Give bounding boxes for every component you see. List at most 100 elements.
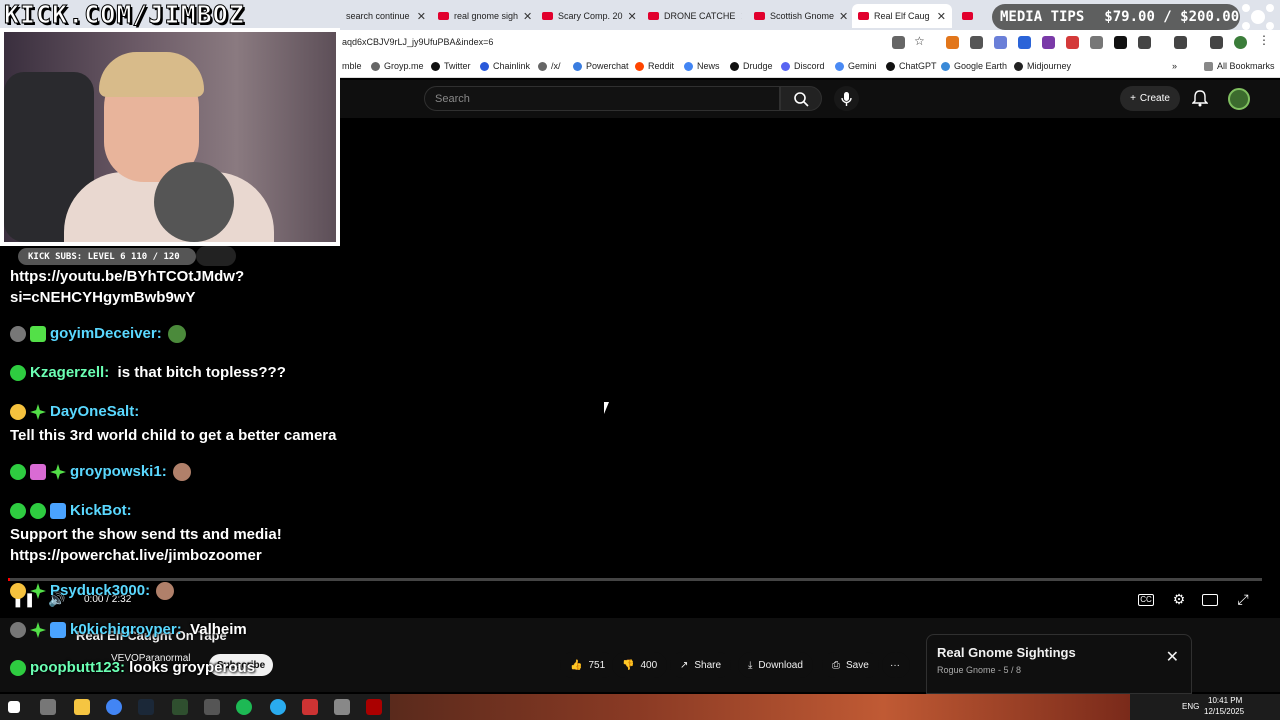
save-button[interactable]: ⎙ Save [822, 652, 879, 678]
obs-icon[interactable] [204, 699, 220, 715]
bookmark[interactable]: mble [342, 61, 362, 71]
gear-icon[interactable]: ⚙ [1170, 591, 1188, 609]
bookmark[interactable]: Twitter [431, 61, 471, 71]
kebab-menu-icon[interactable]: ⋮ [1258, 33, 1271, 47]
bookmark[interactable]: Drudge [730, 61, 773, 71]
app-icon[interactable] [172, 699, 188, 715]
more-button[interactable]: ··· [882, 652, 910, 678]
bookmark[interactable]: Groyp.me [371, 61, 424, 71]
chat-user[interactable]: KickBot: [70, 502, 132, 519]
chat-user[interactable]: groypowski1: [70, 463, 167, 480]
bookmark-label: All Bookmarks [1217, 61, 1275, 71]
download-button[interactable]: ⤓ Download [738, 652, 813, 678]
share-icon: ↗ [680, 659, 689, 671]
chat-user[interactable]: goyimDeceiver: [50, 325, 162, 342]
tab-search[interactable]: search continue ✕ [340, 4, 432, 28]
tab-real-elf[interactable]: Real Elf Caug ✕ [852, 4, 952, 28]
close-icon[interactable]: ✕ [740, 10, 742, 23]
tab-scottish-gnome[interactable]: Scottish Gnome ✕ [748, 4, 848, 28]
tab-drone[interactable]: DRONE CATCHE ✕ [642, 4, 742, 28]
app-icon[interactable] [334, 699, 350, 715]
profile-icon[interactable] [1234, 36, 1247, 49]
close-icon[interactable]: ✕ [839, 10, 848, 23]
bell-icon[interactable] [1192, 89, 1208, 107]
clock-date[interactable]: 12/15/2025 [1204, 707, 1244, 716]
gift-icon [30, 464, 46, 481]
share-button[interactable]: ↗ Share [670, 652, 732, 678]
bookmark[interactable]: News [684, 61, 720, 71]
all-bookmarks[interactable]: All Bookmarks [1204, 61, 1275, 71]
bookmark-label: Gemini [848, 61, 877, 71]
spotify-icon[interactable] [236, 699, 252, 715]
avatar[interactable] [1228, 88, 1250, 110]
chat-user[interactable]: Kzagerzell: [30, 364, 109, 381]
bookmark-icon: ⎙ [832, 659, 840, 671]
metamask-icon[interactable] [946, 36, 959, 49]
captions-icon[interactable]: CC [1138, 594, 1154, 606]
mouse-cursor [604, 402, 614, 414]
sidepanel-icon[interactable] [1174, 36, 1187, 49]
kick-badge-icon [10, 660, 26, 677]
extension-icon[interactable] [1042, 36, 1055, 49]
bookmark[interactable]: Midjourney [1014, 61, 1071, 71]
steam-icon[interactable] [138, 699, 154, 715]
gift-icon [30, 326, 46, 343]
like-button[interactable]: 👍 751 [560, 652, 616, 678]
menu-icon[interactable] [1210, 36, 1223, 49]
bookmark[interactable]: Chainlink [480, 61, 530, 71]
chat-user[interactable]: DayOneSalt: [50, 403, 139, 420]
task-view-icon[interactable] [40, 699, 56, 715]
chat-user[interactable]: Psyduck3000: [50, 582, 150, 599]
fullscreen-icon[interactable]: ⤢ [1234, 591, 1252, 609]
x-icon[interactable] [1114, 36, 1127, 49]
chrome-icon[interactable] [106, 699, 122, 715]
puzzle-icon[interactable] [1138, 36, 1151, 49]
close-icon[interactable]: ✕ [1166, 647, 1179, 667]
bookmark[interactable]: Discord [781, 61, 825, 71]
extension-icon[interactable] [994, 36, 1007, 49]
extension-icon[interactable] [1066, 36, 1079, 49]
telegram-icon[interactable] [270, 699, 286, 715]
playlist-title[interactable]: Real Gnome Sightings [937, 645, 1076, 660]
search-button[interactable] [780, 86, 822, 111]
shield-icon[interactable] [970, 36, 983, 49]
tab-scary-comp[interactable]: Scary Comp. 20 ✕ [536, 4, 636, 28]
tab-youtube[interactable] [956, 4, 980, 28]
star-icon[interactable]: ☆ [914, 34, 927, 48]
bookmark-label: mble [342, 61, 362, 71]
bookmark[interactable]: Gemini [835, 61, 877, 71]
close-icon[interactable]: ✕ [628, 10, 636, 23]
chat-line: Tell this 3rd world child to get a bette… [10, 427, 337, 444]
chevron-right-icon[interactable]: » [1172, 61, 1177, 71]
tab-real-gnome[interactable]: real gnome sigh ✕ [432, 4, 532, 28]
extension-icon[interactable] [1018, 36, 1031, 49]
bookmark[interactable]: Google Earth [941, 61, 1007, 71]
app-icon[interactable] [302, 699, 318, 715]
kick-badge-icon [10, 503, 26, 520]
sword-badge-icon [50, 503, 66, 520]
close-icon[interactable]: ✕ [523, 10, 532, 23]
bookmark[interactable]: /x/ [538, 61, 561, 71]
search-input[interactable]: Search [424, 86, 780, 111]
create-button[interactable]: + Create [1120, 86, 1180, 111]
mic-button[interactable] [834, 86, 859, 111]
chat-user[interactable]: k0kichigroyper: [70, 621, 182, 638]
language-indicator[interactable]: ENG [1182, 702, 1199, 711]
chat-user[interactable]: poopbutt123: [30, 659, 125, 676]
clock-time[interactable]: 10:41 PM [1208, 696, 1242, 705]
close-icon[interactable]: ✕ [937, 10, 946, 23]
bookmark-label: /x/ [551, 61, 561, 71]
url-field[interactable]: aqd6xCBJV9rLJ_jy9UfuPBA&index=6 [342, 37, 493, 47]
bookmark[interactable]: ChatGPT [886, 61, 937, 71]
bookmark[interactable]: Reddit [635, 61, 674, 71]
bookmark[interactable]: Powerchat [573, 61, 629, 71]
extension-icon[interactable] [1090, 36, 1103, 49]
dislike-button[interactable]: 👎 400 [612, 652, 668, 678]
install-icon[interactable] [892, 36, 905, 49]
app-icon[interactable] [366, 699, 382, 715]
folder-icon[interactable] [74, 699, 90, 715]
windows-icon[interactable] [8, 701, 20, 713]
miniplayer-icon[interactable] [1202, 594, 1218, 606]
chat-text: is that bitch topless??? [117, 364, 286, 381]
close-icon[interactable]: ✕ [417, 10, 426, 23]
